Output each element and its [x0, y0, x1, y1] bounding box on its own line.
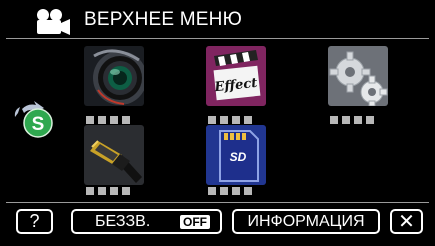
- menu-item-settings[interactable]: [328, 46, 388, 106]
- header-divider: [6, 38, 429, 39]
- mute-button-label: БЕЗЗВ.: [95, 212, 151, 230]
- close-button[interactable]: ✕: [390, 209, 423, 234]
- gears-icon: [328, 46, 388, 106]
- menu-item-effect[interactable]: Effect: [206, 46, 266, 106]
- menu-item-media[interactable]: SD: [206, 125, 266, 185]
- camera-lens-icon: [84, 46, 144, 106]
- effect-clapperboard-icon: Effect: [206, 46, 266, 106]
- page-dots-media: [208, 187, 252, 195]
- help-button-label: ?: [29, 211, 40, 231]
- movie-camera-icon: [37, 9, 70, 35]
- s-cycle-button[interactable]: S: [10, 101, 58, 141]
- sd-card-icon: SD: [206, 125, 266, 185]
- s-cycle-icon: S: [14, 101, 53, 138]
- menu-item-camera[interactable]: [84, 46, 144, 106]
- page-dots-connection: [86, 187, 130, 195]
- page-dots-settings: [330, 116, 374, 124]
- s-button-label: S: [32, 114, 45, 135]
- close-icon: ✕: [398, 210, 415, 233]
- bottom-divider: [6, 202, 429, 203]
- top-menu-screen: ВЕРХНЕЕ МЕНЮ S Effect SD ? БЕЗЗВ. OFF ИН…: [0, 0, 435, 246]
- help-button[interactable]: ?: [16, 209, 53, 234]
- hdmi-connector-icon: [84, 125, 144, 185]
- mute-state-badge: OFF: [180, 215, 210, 229]
- menu-item-connection[interactable]: [84, 125, 144, 185]
- info-button[interactable]: ИНФОРМАЦИЯ: [232, 209, 380, 234]
- page-dots-camera: [86, 116, 130, 124]
- page-title: ВЕРХНЕЕ МЕНЮ: [84, 9, 242, 30]
- page-dots-effect: [208, 116, 252, 124]
- sd-card-label: SD: [230, 150, 247, 164]
- header: ВЕРХНЕЕ МЕНЮ: [6, 6, 429, 36]
- info-button-label: ИНФОРМАЦИЯ: [247, 212, 365, 230]
- mute-button[interactable]: БЕЗЗВ. OFF: [71, 209, 222, 234]
